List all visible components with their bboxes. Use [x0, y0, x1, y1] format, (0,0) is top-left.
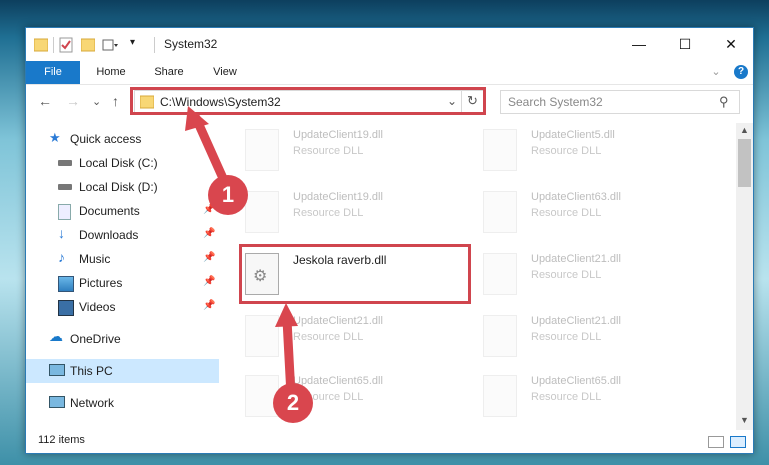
- sidebar-item-music[interactable]: ♪ Music 📌: [26, 247, 219, 271]
- network-icon: [49, 396, 65, 408]
- large-icons-view-icon[interactable]: [730, 436, 746, 448]
- file-highlight: [239, 244, 471, 304]
- list-item[interactable]: UpdateClient5.dll Resource DLL: [483, 127, 703, 187]
- minimize-button[interactable]: —: [616, 28, 662, 61]
- music-icon: ♪: [58, 249, 65, 265]
- sidebar-item-pictures[interactable]: Pictures 📌: [26, 271, 219, 295]
- dll-file-icon: [483, 253, 517, 295]
- sidebar-item-this-pc[interactable]: This PC: [26, 359, 219, 383]
- customize-quick-access-icon[interactable]: [102, 37, 118, 53]
- downloads-icon: ↓: [58, 225, 65, 241]
- pin-icon[interactable]: 📌: [203, 300, 215, 311]
- properties-icon[interactable]: [59, 37, 73, 53]
- dll-file-icon: [245, 315, 279, 357]
- expand-ribbon-icon[interactable]: ⌄: [706, 61, 726, 84]
- dll-file-icon: [483, 191, 517, 233]
- videos-icon: [58, 300, 74, 316]
- sidebar-item-quick-access[interactable]: ★ Quick access: [26, 127, 219, 151]
- step-2-badge: 2: [273, 383, 313, 423]
- status-bar: 112 items: [26, 430, 753, 453]
- maximize-button[interactable]: ☐: [662, 28, 708, 61]
- drive-icon: [58, 184, 72, 190]
- dll-file-icon: [483, 375, 517, 417]
- list-item[interactable]: UpdateClient19.dll Resource DLL: [245, 127, 465, 187]
- close-button[interactable]: ✕: [708, 28, 753, 61]
- vertical-scrollbar[interactable]: ▲ ▼: [736, 123, 753, 430]
- documents-icon: [58, 204, 71, 220]
- address-bar-highlight: [130, 87, 486, 115]
- back-button[interactable]: ←: [38, 93, 52, 109]
- list-item[interactable]: UpdateClient21.dll Resource DLL: [245, 313, 465, 373]
- title-bar: ▾ System32 — ☐ ✕: [26, 28, 753, 61]
- sidebar-item-videos[interactable]: Videos 📌: [26, 295, 219, 319]
- drive-icon: [58, 160, 72, 166]
- pin-icon[interactable]: 📌: [203, 276, 215, 287]
- dll-file-icon: [245, 191, 279, 233]
- details-view-icon[interactable]: [708, 436, 724, 448]
- tab-file[interactable]: File: [26, 61, 80, 84]
- tab-view[interactable]: View: [200, 61, 250, 84]
- ribbon-tabs: File Home Share View ⌄ ?: [26, 61, 753, 85]
- dll-file-icon: [245, 129, 279, 171]
- navigation-pane: ★ Quick access Local Disk (C:) Local Dis…: [26, 123, 219, 423]
- pin-icon[interactable]: 📌: [203, 252, 215, 263]
- cloud-icon: ☁: [49, 328, 63, 344]
- list-item[interactable]: UpdateClient19.dll Resource DLL: [245, 189, 465, 249]
- scroll-up-icon[interactable]: ▲: [740, 125, 749, 135]
- search-input[interactable]: Search System32: [508, 95, 603, 109]
- sidebar-item-documents[interactable]: Documents 📌: [26, 199, 219, 223]
- tab-share[interactable]: Share: [144, 61, 194, 84]
- dll-file-icon: [483, 129, 517, 171]
- item-count: 112 items: [38, 434, 85, 446]
- list-item[interactable]: UpdateClient65.dll Resource DLL: [483, 373, 703, 433]
- help-icon[interactable]: ?: [734, 65, 748, 79]
- scroll-down-icon[interactable]: ▼: [740, 415, 749, 425]
- star-icon: ★: [49, 130, 61, 145]
- search-icon[interactable]: ⚲: [719, 94, 729, 110]
- dll-file-icon: [483, 315, 517, 357]
- computer-icon: [49, 364, 65, 376]
- up-button[interactable]: ↑: [112, 93, 119, 109]
- new-folder-icon[interactable]: [81, 37, 95, 53]
- list-item[interactable]: UpdateClient63.dll Resource DLL: [483, 189, 703, 249]
- sidebar-item-local-disk-d[interactable]: Local Disk (D:): [26, 175, 219, 199]
- sidebar-item-downloads[interactable]: ↓ Downloads 📌: [26, 223, 219, 247]
- list-item[interactable]: UpdateClient21.dll Resource DLL: [483, 251, 703, 311]
- tab-home[interactable]: Home: [86, 61, 136, 84]
- pin-icon[interactable]: 📌: [203, 228, 215, 239]
- search-box[interactable]: Search System32 ⚲: [500, 90, 740, 114]
- pictures-icon: [58, 276, 74, 292]
- window-title: System32: [164, 37, 218, 51]
- sidebar-item-local-disk-c[interactable]: Local Disk (C:): [26, 151, 219, 175]
- folder-icon: [34, 38, 48, 52]
- recent-locations-icon[interactable]: ⌄: [92, 95, 101, 108]
- sidebar-item-network[interactable]: Network: [26, 391, 219, 415]
- sidebar-item-onedrive[interactable]: ☁ OneDrive: [26, 327, 219, 351]
- list-item[interactable]: UpdateClient21.dll Resource DLL: [483, 313, 703, 373]
- quick-access-dropdown-icon[interactable]: ▾: [130, 37, 135, 53]
- forward-button[interactable]: →: [66, 93, 80, 109]
- step-1-badge: 1: [208, 175, 248, 215]
- scrollbar-thumb[interactable]: [738, 139, 751, 187]
